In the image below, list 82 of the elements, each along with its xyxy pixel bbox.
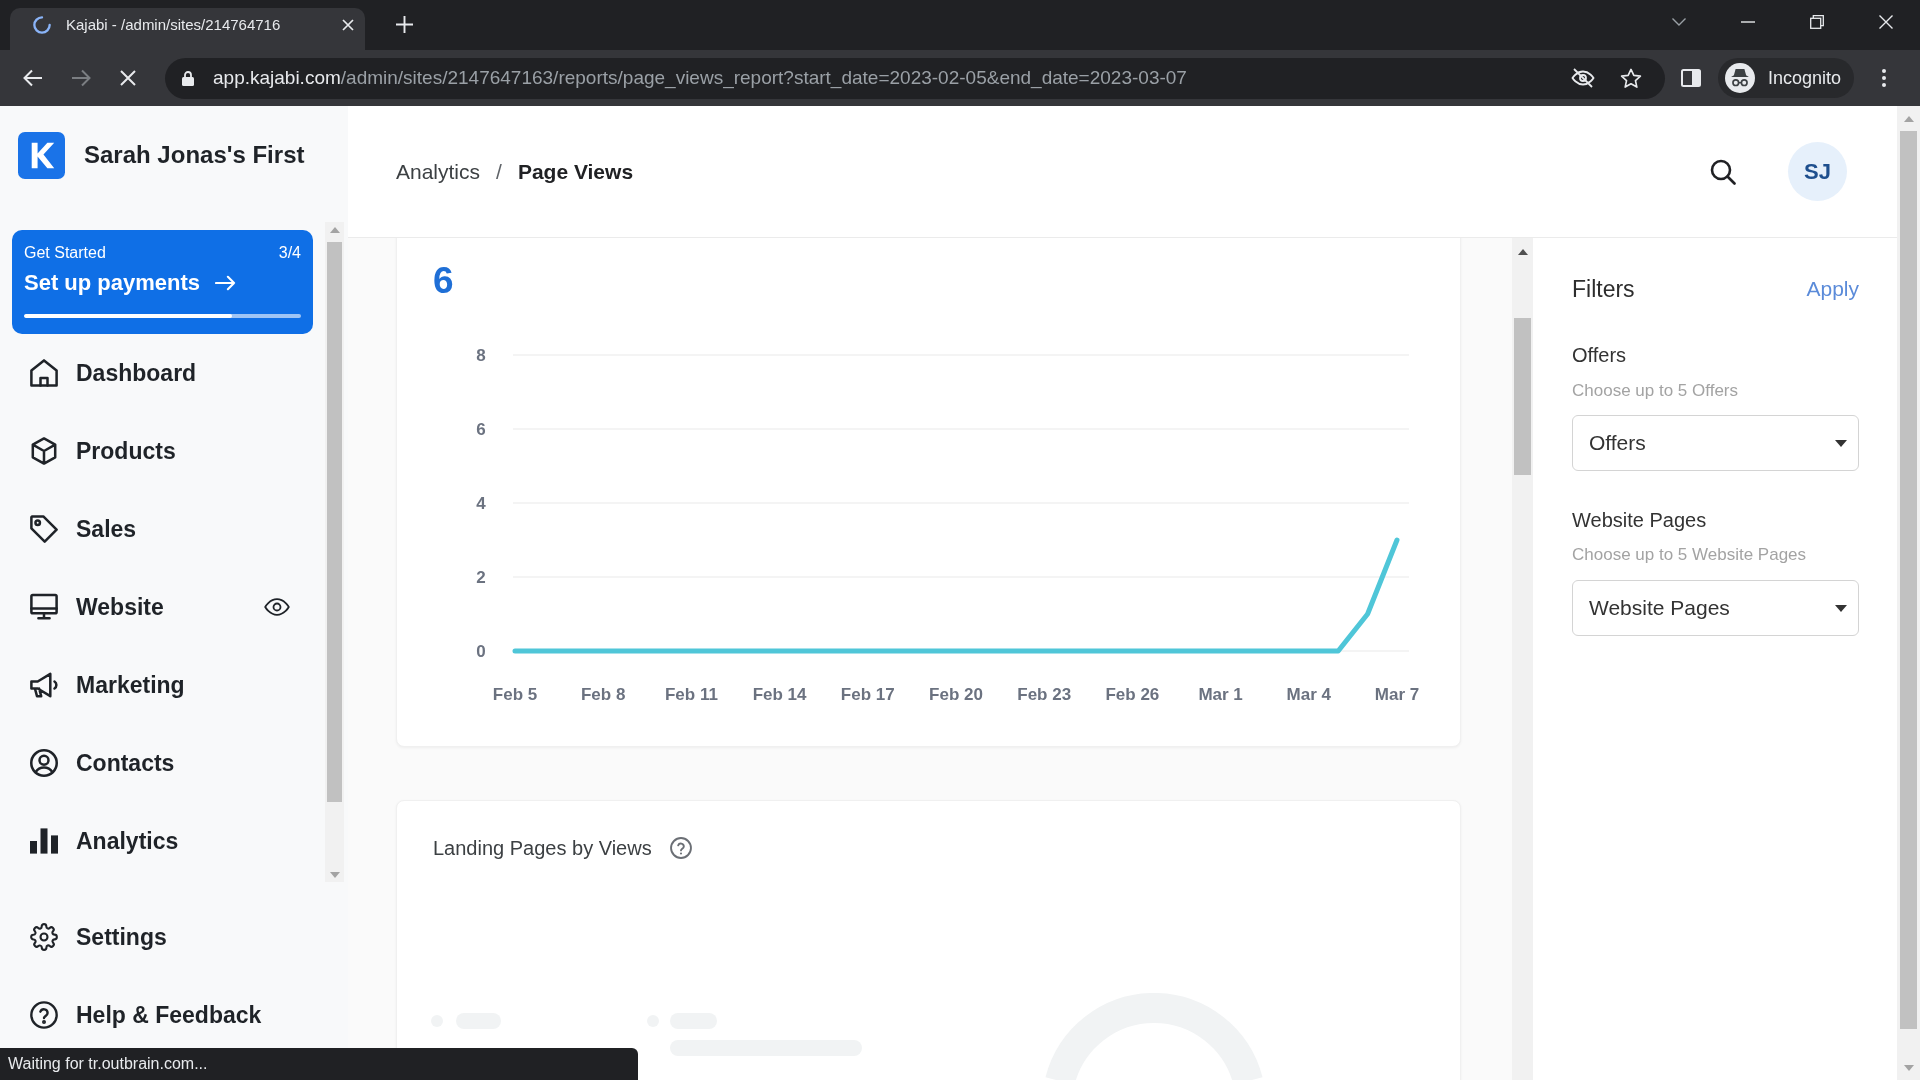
card-label: Get Started [24, 243, 106, 263]
incognito-icon [1725, 63, 1755, 93]
home-icon [30, 359, 58, 387]
eye-slash-icon[interactable] [1571, 68, 1595, 88]
caret-down-icon [1835, 439, 1847, 447]
y-axis-label: 8 [476, 346, 486, 365]
x-axis-label: Feb 5 [492, 685, 538, 704]
arrow-right-icon [215, 275, 237, 291]
x-axis-label: Feb 26 [1105, 685, 1160, 704]
get-started-card[interactable]: Get Started 3/4 Set up payments [12, 230, 313, 334]
close-icon[interactable] [1879, 15, 1893, 29]
nav-item[interactable]: Marketing [12, 646, 313, 724]
card-title: Landing Pages by Views [433, 836, 652, 860]
address-bar[interactable]: app.kajabi.com/admin/sites/2147647163/reports/page_views_report?start_date=2023-02-05&end_date=2023-03-07 [165, 57, 1665, 99]
side-panel-icon[interactable] [1681, 69, 1701, 87]
total-views-value: 6 [432, 263, 455, 299]
filter-hint: Choose up to 5 Website Pages [1572, 544, 1808, 566]
x-axis-label: Mar 1 [1198, 685, 1243, 704]
scrollbar-thumb[interactable] [1900, 131, 1917, 1029]
browser-tab[interactable]: Kajabi - /admin/sites/214764716 [10, 8, 365, 50]
monitor-icon [30, 593, 58, 621]
x-axis-label: Mar 4 [1286, 685, 1331, 704]
scrollbar-thumb[interactable] [327, 242, 342, 802]
bar-chart-icon [30, 827, 58, 855]
url-text: app.kajabi.com/admin/sites/2147647163/reports/page_views_report?start_date=2023-02-05&end_date=2023-03-07 [213, 65, 1187, 91]
logo-icon[interactable] [18, 131, 65, 179]
breadcrumb-current: Page Views [517, 158, 634, 185]
user-avatar[interactable]: SJ [1788, 142, 1847, 201]
nav-item[interactable]: Dashboard [12, 334, 313, 412]
profile-button[interactable]: Incognito [1718, 58, 1855, 98]
star-icon[interactable] [1620, 67, 1642, 89]
nav-item[interactable]: Settings [12, 905, 336, 969]
gear-icon [30, 923, 58, 951]
help-icon [30, 1001, 58, 1029]
breadcrumb-link[interactable]: Analytics [396, 155, 481, 188]
chevron-down-icon[interactable] [1672, 18, 1686, 26]
restore-icon[interactable] [1810, 15, 1824, 29]
select-field[interactable]: Website Pages [1572, 580, 1859, 636]
kebab-menu-icon[interactable] [1882, 69, 1887, 87]
nav-item[interactable]: Products [12, 412, 313, 490]
status-bar: Waiting for tr.outbrain.com... [0, 1048, 638, 1080]
y-axis-label: 2 [476, 568, 486, 587]
back-arrow-icon[interactable] [23, 69, 43, 87]
breadcrumb-separator: / [496, 158, 502, 185]
x-axis-label: Feb 14 [752, 685, 807, 704]
plus-icon[interactable] [396, 16, 413, 33]
select-field[interactable]: Offers [1572, 415, 1859, 471]
x-axis-label: Feb 11 [664, 685, 718, 704]
filter-label: Website Pages [1572, 508, 1708, 533]
scrollbar-thumb[interactable] [1514, 318, 1531, 475]
scroll-up-arrow-icon[interactable] [1517, 249, 1528, 255]
task-title: Set up payments [24, 270, 201, 296]
filter-label: Offers [1572, 343, 1628, 368]
stop-icon[interactable] [120, 70, 136, 86]
x-axis-label: Feb 20 [929, 685, 983, 704]
x-axis-label: Mar 7 [1374, 685, 1420, 704]
filters-title: Filters [1572, 274, 1635, 304]
nav-item[interactable]: Help & Feedback [12, 983, 336, 1047]
megaphone-icon [30, 671, 58, 699]
caret-down-icon [1835, 604, 1847, 612]
step-count: 3/4 [278, 243, 301, 263]
x-axis-label: Feb 8 [581, 685, 626, 704]
help-icon[interactable] [669, 837, 692, 859]
x-axis-label: Feb 23 [1017, 685, 1072, 704]
eye-icon[interactable] [264, 598, 290, 616]
x-axis-label: Feb 17 [840, 685, 895, 704]
nav-item[interactable]: Analytics [12, 802, 313, 880]
search-icon[interactable] [1710, 158, 1736, 185]
lock-icon [182, 70, 194, 86]
y-axis-label: 0 [476, 642, 486, 661]
tag-icon [30, 515, 58, 543]
filter-hint: Choose up to 5 Offers [1572, 380, 1739, 402]
cube-icon [30, 437, 58, 465]
y-axis-label: 4 [476, 494, 486, 513]
forward-arrow-icon[interactable] [71, 69, 91, 87]
close-icon[interactable] [342, 19, 354, 31]
nav-item[interactable]: Contacts [12, 724, 313, 802]
site-name: Sarah Jonas's First [84, 140, 305, 170]
nav-item[interactable]: Sales [12, 490, 313, 568]
y-axis-label: 6 [476, 420, 486, 439]
nav-item[interactable]: Website [12, 568, 264, 646]
user-circle-icon [30, 749, 58, 777]
